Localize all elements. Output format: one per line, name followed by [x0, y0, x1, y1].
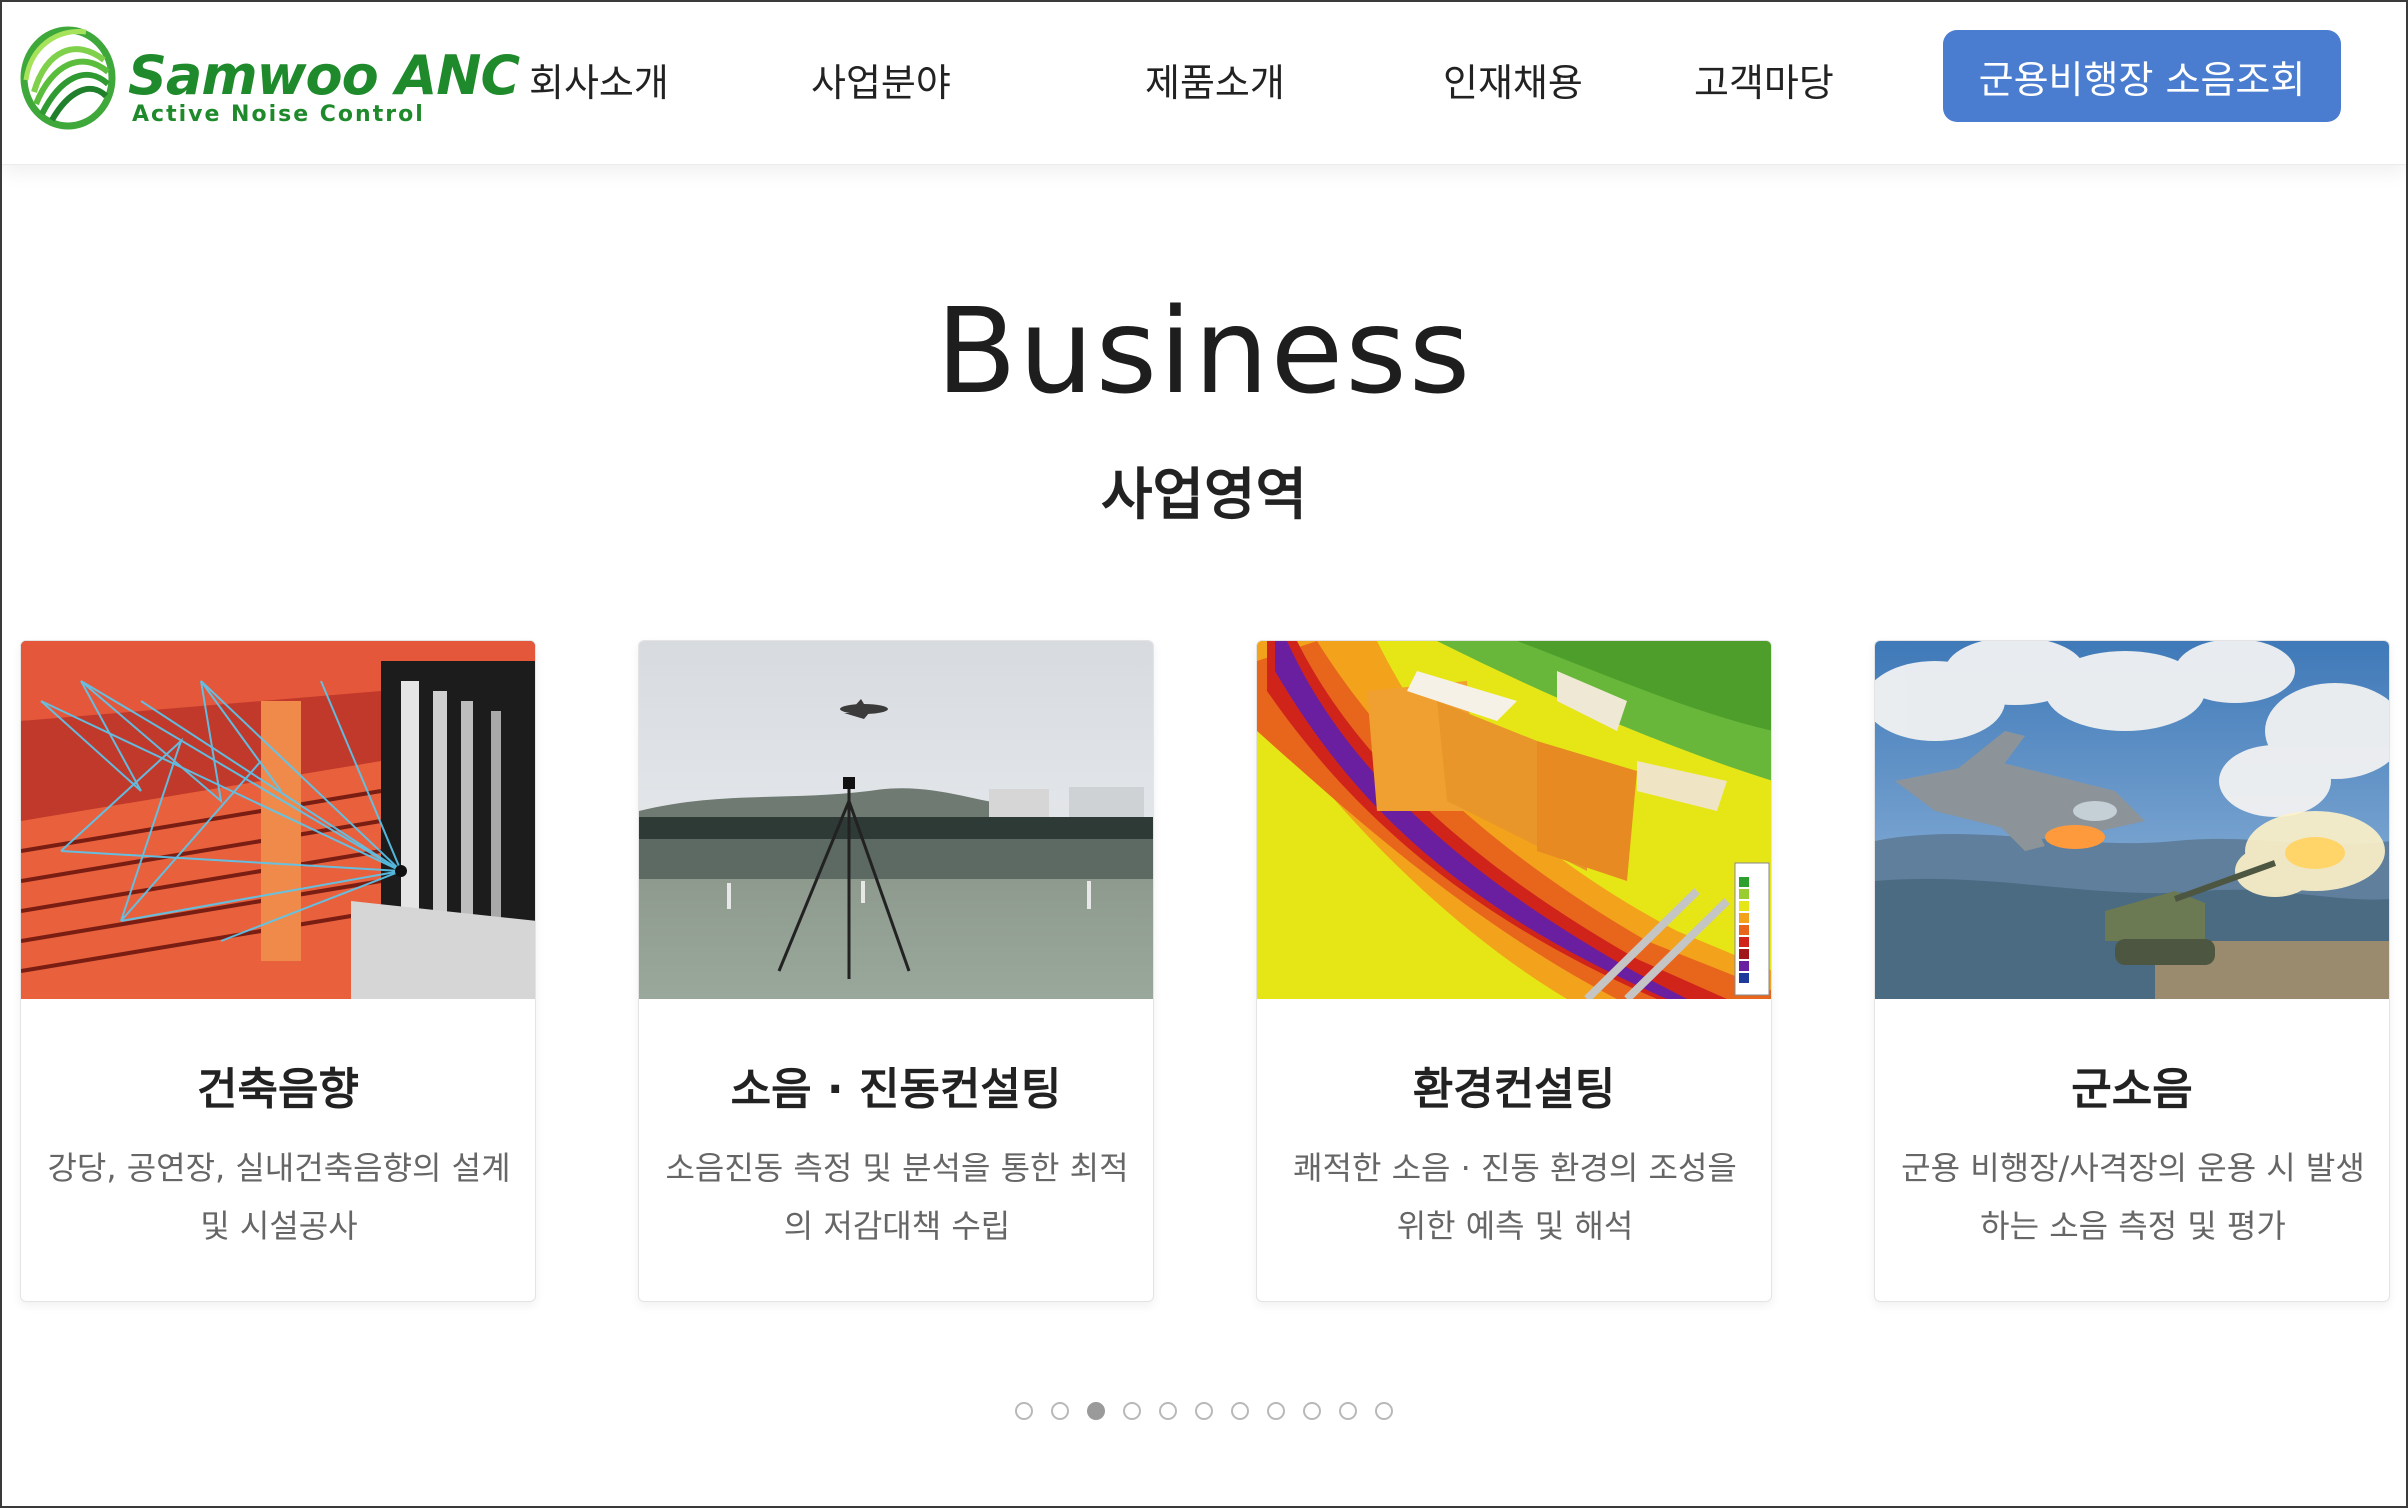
card-title: 건축음향 [197, 1064, 359, 1115]
card-description: 소음진동 측정 및 분석을 통한 최적의 저감대책 수립 [665, 1149, 1129, 1245]
pagination-dot[interactable] [1339, 1402, 1357, 1420]
card-description: 쾌적한 소음 · 진동 환경의 조성을 위한 예측 및 해석 [1293, 1149, 1737, 1245]
site-header: Samwoo ANC Active Noise Control 회사소개 사업분… [2, 2, 2406, 165]
nav-item-business[interactable]: 사업분야 [811, 52, 951, 107]
page-frame: Samwoo ANC Active Noise Control 회사소개 사업분… [0, 0, 2408, 1508]
pagination-dot[interactable] [1123, 1402, 1141, 1420]
nav-item-careers[interactable]: 인재채용 [1443, 52, 1583, 107]
section-subtitle: 사업영역 [1100, 463, 1308, 528]
pagination-dot[interactable] [1267, 1402, 1285, 1420]
business-card-military-noise[interactable]: 군소음 군용 비행장/사격장의 운용 시 발생하는 소음 측정 및 평가 [1874, 640, 2390, 1302]
pagination-dot[interactable] [1015, 1402, 1033, 1420]
pagination-dot[interactable] [1087, 1402, 1105, 1420]
carousel-pagination [2, 1402, 2406, 1420]
card-title: 환경컨설팅 [1412, 1064, 1616, 1115]
pagination-dot[interactable] [1195, 1402, 1213, 1420]
auditorium-acoustics-illustration [21, 641, 535, 999]
pagination-dot[interactable] [1303, 1402, 1321, 1420]
nav-item-company[interactable]: 회사소개 [529, 52, 669, 107]
section-title: Business [935, 282, 1473, 420]
business-card-noise-vibration-consulting[interactable]: 소음 · 진동컨설팅 소음진동 측정 및 분석을 통한 최적의 저감대책 수립 [638, 640, 1154, 1302]
airport-noise-measurement-photo [639, 641, 1153, 999]
pagination-dot[interactable] [1051, 1402, 1069, 1420]
brand-logo[interactable]: Samwoo ANC Active Noise Control [16, 20, 520, 135]
nav-item-products[interactable]: 제품소개 [1145, 52, 1285, 107]
noise-map-simulation-image [1257, 641, 1771, 999]
card-title: 군소음 [2071, 1064, 2193, 1115]
business-card-environmental-consulting[interactable]: 환경컨설팅 쾌적한 소음 · 진동 환경의 조성을 위한 예측 및 해석 [1256, 640, 1772, 1302]
brand-name: Samwoo ANC [128, 44, 520, 107]
logo-swirl-icon [20, 26, 116, 130]
brand-tagline: Active Noise Control [132, 102, 425, 127]
pagination-dot[interactable] [1159, 1402, 1177, 1420]
noise-lookup-button[interactable]: 군용비행장 소음조회 [1943, 30, 2341, 122]
card-description: 강당, 공연장, 실내건축음향의 설계 및 시설공사 [47, 1149, 511, 1245]
nav-item-customer[interactable]: 고객마당 [1694, 52, 1834, 107]
card-title: 소음 · 진동컨설팅 [730, 1064, 1062, 1115]
military-jet-artillery-photo [1875, 641, 2389, 999]
card-description: 군용 비행장/사격장의 운용 시 발생하는 소음 측정 및 평가 [1901, 1149, 2365, 1245]
pagination-dot[interactable] [1231, 1402, 1249, 1420]
pagination-dot[interactable] [1375, 1402, 1393, 1420]
business-card-architectural-acoustics[interactable]: 건축음향 강당, 공연장, 실내건축음향의 설계 및 시설공사 [20, 640, 536, 1302]
